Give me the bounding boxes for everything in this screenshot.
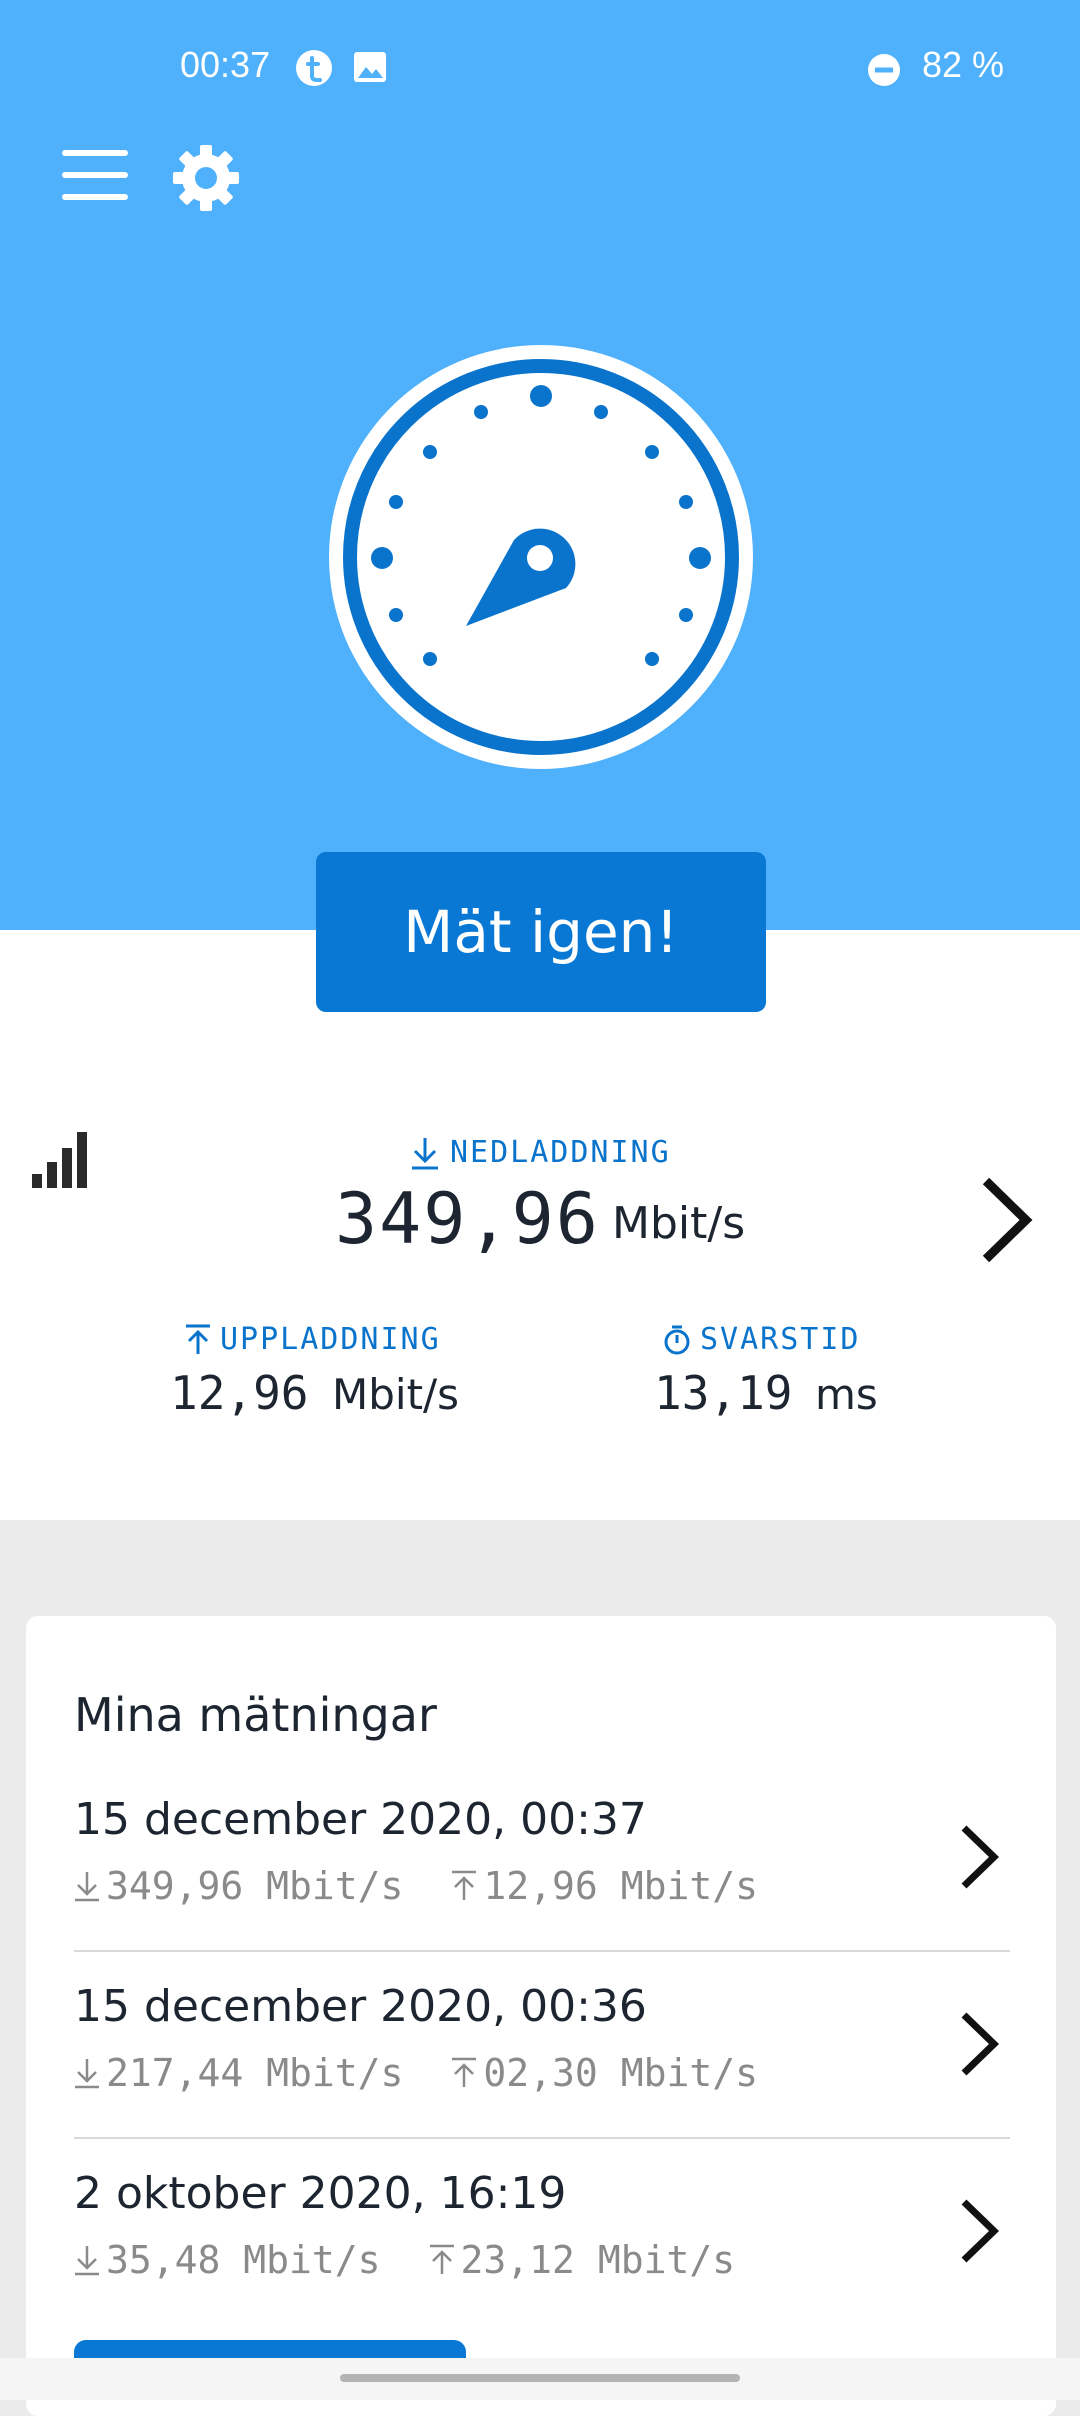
tumblr-notification-icon <box>296 50 332 86</box>
history-download: 349,96 Mbit/s <box>106 1864 404 1908</box>
chevron-right-icon[interactable] <box>956 2196 1002 2266</box>
divider <box>74 2137 1010 2139</box>
image-notification-icon <box>354 52 386 82</box>
latency-label: SVARSTID <box>662 1322 861 1357</box>
download-arrow-icon <box>75 2059 99 2089</box>
download-label: NEDLADDNING <box>410 1135 671 1170</box>
upload-arrow-icon <box>452 1870 477 1900</box>
upload-unit: Mbit/s <box>332 1370 460 1419</box>
download-unit: Mbit/s <box>612 1198 746 1249</box>
history-upload: 12,96 Mbit/s <box>483 1864 758 1908</box>
history-upload: 02,30 Mbit/s <box>483 2051 758 2095</box>
history-row[interactable]: 2 oktober 2020, 16:19 35,48 Mbit/s 23,12… <box>74 2140 1010 2326</box>
upload-label-text: UPPLADDNING <box>220 1322 441 1357</box>
history-row[interactable]: 15 december 2020, 00:36 217,44 Mbit/s 02… <box>74 1953 1010 2139</box>
status-time: 00:37 <box>180 44 271 85</box>
gear-icon[interactable] <box>172 144 240 212</box>
history-date: 2 oktober 2020, 16:19 <box>74 2168 567 2219</box>
speedometer-gauge-icon <box>329 345 753 769</box>
download-arrow-icon <box>75 2246 99 2276</box>
history-date: 15 december 2020, 00:37 <box>74 1794 647 1845</box>
history-title: Mina mätningar <box>74 1688 437 1742</box>
history-card: Mina mätningar 15 december 2020, 00:37 3… <box>26 1616 1056 2416</box>
divider <box>74 1950 1010 1952</box>
history-row[interactable]: 15 december 2020, 00:37 349,96 Mbit/s 12… <box>74 1766 1010 1952</box>
history-download: 217,44 Mbit/s <box>106 2051 404 2095</box>
signal-strength-icon <box>32 1132 87 1188</box>
upload-arrow-icon <box>452 2057 477 2087</box>
home-gesture-handle[interactable] <box>340 2374 740 2382</box>
battery-percentage: 82 % <box>921 44 1004 85</box>
download-value: 349,96 <box>335 1178 600 1260</box>
measure-again-button[interactable]: Mät igen! <box>316 852 766 1012</box>
download-label-text: NEDLADDNING <box>450 1135 671 1170</box>
latency-value: 13,19 <box>654 1366 793 1420</box>
history-download: 35,48 Mbit/s <box>106 2238 381 2282</box>
upload-arrow-icon <box>186 1324 210 1354</box>
latency-label-text: SVARSTID <box>700 1322 861 1357</box>
history-date: 15 december 2020, 00:36 <box>74 1981 647 2032</box>
do-not-disturb-icon <box>868 54 900 86</box>
download-arrow-icon <box>75 1872 99 1902</box>
upload-value: 12,96 <box>170 1366 309 1420</box>
download-arrow-icon <box>412 1137 438 1169</box>
history-upload: 23,12 Mbit/s <box>460 2238 736 2282</box>
stopwatch-icon <box>664 1325 690 1354</box>
download-details-chevron-icon[interactable] <box>976 1175 1036 1265</box>
chevron-right-icon[interactable] <box>956 2009 1002 2079</box>
chevron-right-icon[interactable] <box>956 1822 1002 1892</box>
upload-arrow-icon <box>429 2244 454 2274</box>
upload-label: UPPLADDNING <box>184 1322 441 1357</box>
latency-unit: ms <box>815 1370 878 1419</box>
hamburger-menu-icon[interactable] <box>62 150 130 202</box>
